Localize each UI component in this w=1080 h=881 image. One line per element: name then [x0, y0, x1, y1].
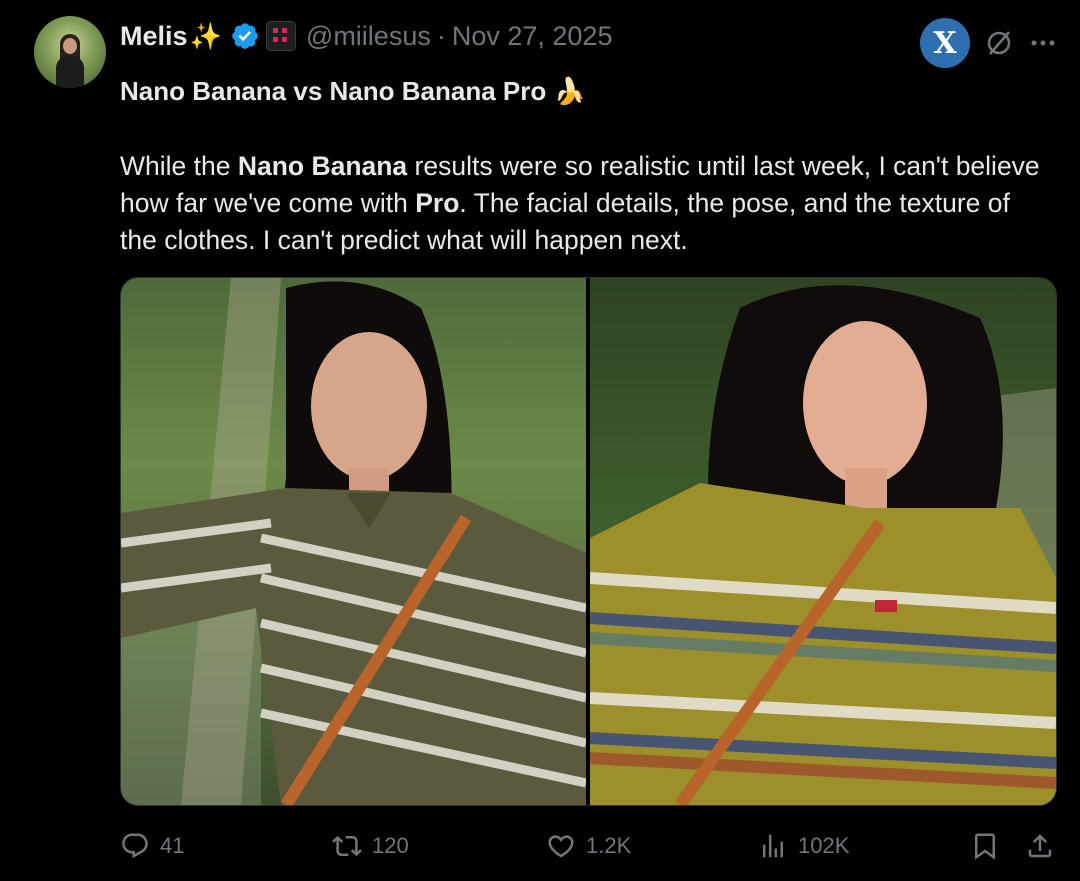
post-title-text: Nano Banana vs Nano Banana Pro: [120, 76, 547, 106]
views-icon: [763, 834, 783, 858]
tweet: Melis ✨ @miilesus · Nov 27, 2025 X Nano …: [0, 0, 1080, 881]
body-bold-2: Pro: [415, 188, 460, 218]
avatar[interactable]: [34, 16, 106, 88]
author-handle[interactable]: @miilesus: [306, 21, 431, 52]
media-image-left[interactable]: [121, 278, 586, 805]
bookmark-action[interactable]: [970, 831, 1000, 861]
like-count: 1.2K: [586, 833, 632, 858]
sparkles-emoji: ✨: [189, 20, 222, 51]
affiliation-badge-icon[interactable]: [265, 21, 296, 51]
grok-icon: X: [933, 25, 957, 61]
grok-slash-icon[interactable]: [984, 28, 1014, 58]
header-separator: ·: [436, 20, 446, 51]
banana-emoji: 🍌: [553, 76, 586, 106]
media-grid: [120, 277, 1057, 806]
post-body: While the Nano Banana results were so re…: [120, 148, 1050, 259]
views-action[interactable]: 102K: [758, 831, 849, 861]
heart-icon: [548, 835, 574, 858]
views-count: 102K: [798, 833, 850, 858]
reply-action[interactable]: 41: [120, 831, 184, 861]
tweet-header: Melis ✨ @miilesus · Nov 27, 2025: [120, 18, 612, 54]
like-action[interactable]: 1.2K: [546, 831, 631, 861]
more-options-icon[interactable]: [1028, 28, 1058, 58]
grok-button[interactable]: X: [920, 18, 970, 68]
reply-count: 41: [160, 833, 185, 858]
media-image-right[interactable]: [590, 278, 1056, 805]
reply-icon: [122, 833, 148, 859]
body-bold-1: Nano Banana: [237, 151, 408, 181]
repost-icon: [332, 835, 362, 857]
bookmark-icon: [975, 833, 995, 860]
share-icon: [1028, 834, 1052, 858]
post-title: Nano Banana vs Nano Banana Pro 🍌: [120, 76, 586, 107]
top-actions: X: [920, 18, 1058, 68]
action-bar: 41 120 1.2K 102K: [120, 826, 1055, 866]
repost-count: 120: [372, 833, 409, 858]
post-date[interactable]: Nov 27, 2025: [452, 21, 613, 52]
verified-badge-icon[interactable]: [230, 21, 260, 51]
author-name[interactable]: Melis: [120, 21, 188, 52]
share-action[interactable]: [1025, 831, 1055, 861]
avatar-face: [63, 38, 77, 54]
repost-action[interactable]: 120: [332, 831, 409, 861]
avatar-body: [56, 56, 84, 88]
body-text-1: While the: [120, 151, 238, 181]
